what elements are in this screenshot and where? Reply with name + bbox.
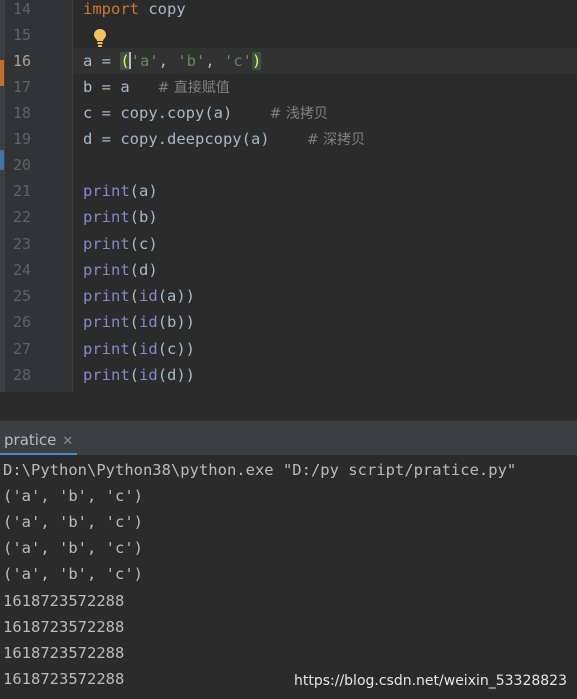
code-line-c[interactable]: c = copy.copy(a) # 浅拷贝 — [83, 100, 328, 127]
line-number: 14 — [12, 0, 31, 18]
builtin-function: id — [139, 340, 158, 358]
watermark-text: https://blog.csdn.net/weixin_53328823 — [293, 673, 567, 689]
builtin-function: print — [83, 182, 130, 200]
code-comment: # 直接赋值 — [157, 80, 230, 96]
builtin-function: print — [83, 287, 130, 305]
run-tab-pratice[interactable]: pratice ✕ — [0, 421, 78, 456]
console-line-command: D:\Python\Python38\python.exe "D:/py scr… — [3, 461, 517, 479]
code-text: ( — [129, 313, 140, 331]
code-text: (a) — [129, 182, 158, 200]
line-number: 23 — [12, 235, 31, 253]
code-text: ( — [129, 340, 140, 358]
code-text: a = — [83, 52, 121, 70]
code-text: d = copy.deepcopy(a) — [83, 130, 307, 148]
line-number: 20 — [12, 156, 31, 174]
line-number: 17 — [12, 78, 31, 96]
code-comment: # 深拷贝 — [306, 132, 366, 148]
line-number: 26 — [12, 313, 31, 331]
line-number: 24 — [12, 261, 31, 279]
code-text: b = a — [83, 78, 158, 96]
run-tool-window-header: pratice ✕ — [0, 420, 577, 456]
line-number: 25 — [12, 287, 31, 305]
console-line: 1618723572288 — [3, 670, 125, 688]
code-editor[interactable]: 14 15 16 17 18 19 20 21 22 23 24 25 26 2… — [0, 0, 577, 420]
console-line: 1618723572288 — [3, 618, 125, 636]
line-number: 15 — [12, 26, 31, 44]
lightbulb-icon[interactable] — [93, 28, 107, 48]
run-tab-label: pratice — [4, 431, 57, 449]
code-line-print[interactable]: print(a) — [83, 178, 158, 204]
console-line: 1618723572288 — [3, 644, 125, 662]
strip-marker — [0, 60, 4, 86]
line-number: 18 — [12, 104, 31, 122]
code-text: (d) — [129, 261, 158, 279]
line-number: 28 — [12, 366, 31, 384]
line-number-current: 16 — [12, 52, 31, 70]
code-text: (c) — [129, 235, 158, 253]
code-line-print-id[interactable]: print(id(c)) — [83, 336, 195, 362]
code-line-print-id[interactable]: print(id(a)) — [83, 283, 195, 309]
builtin-function: id — [139, 366, 158, 384]
string-literal: 'b' — [177, 52, 206, 70]
code-line-print[interactable]: print(b) — [83, 204, 158, 230]
line-number: 22 — [12, 208, 31, 226]
run-console-output[interactable]: D:\Python\Python38\python.exe "D:/py scr… — [0, 455, 577, 699]
code-line-print-id[interactable]: print(id(b)) — [83, 309, 195, 335]
code-text: (d)) — [157, 366, 196, 384]
code-line-import[interactable]: import copy — [83, 0, 186, 22]
code-line-a[interactable]: a = ('a', 'b', 'c') — [83, 48, 262, 74]
code-line-d[interactable]: d = copy.deepcopy(a) # 深拷贝 — [83, 126, 365, 153]
builtin-function: print — [83, 261, 130, 279]
console-line: ('a', 'b', 'c') — [3, 487, 143, 505]
console-line: ('a', 'b', 'c') — [3, 565, 143, 583]
keyword: import — [83, 0, 139, 18]
builtin-function: id — [139, 313, 158, 331]
code-text: (c)) — [157, 340, 196, 358]
editor-bottom-area — [0, 392, 577, 420]
builtin-function: print — [83, 313, 130, 331]
code-text: copy — [139, 0, 186, 18]
code-line-print[interactable]: print(d) — [83, 257, 158, 283]
code-text: ( — [129, 366, 140, 384]
strip-marker — [0, 150, 4, 170]
code-text: (b)) — [157, 313, 196, 331]
code-line-b[interactable]: b = a # 直接赋值 — [83, 74, 230, 101]
builtin-function: print — [83, 366, 130, 384]
code-text: (a)) — [157, 287, 196, 305]
line-number: 21 — [12, 182, 31, 200]
builtin-function: print — [83, 208, 130, 226]
code-line-print-id[interactable]: print(id(d)) — [83, 362, 195, 388]
builtin-function: id — [139, 287, 158, 305]
code-comment: # 浅拷贝 — [269, 106, 328, 122]
builtin-function: print — [83, 340, 130, 358]
console-line: 1618723572288 — [3, 592, 125, 610]
builtin-function: print — [83, 235, 130, 253]
code-line-print[interactable]: print(c) — [83, 231, 158, 257]
line-number: 27 — [12, 340, 31, 358]
code-text: , — [205, 52, 225, 70]
console-line: ('a', 'b', 'c') — [3, 539, 143, 557]
matched-paren: ) — [252, 52, 262, 70]
console-line: ('a', 'b', 'c') — [3, 513, 143, 531]
code-text: (b) — [129, 208, 158, 226]
string-literal: 'c' — [224, 52, 253, 70]
code-text: c = copy.copy(a) — [83, 104, 270, 122]
close-icon[interactable]: ✕ — [62, 434, 73, 449]
line-number: 19 — [12, 130, 31, 148]
string-literal: 'a' — [130, 52, 159, 70]
code-text: , — [158, 52, 178, 70]
code-text: ( — [129, 287, 140, 305]
